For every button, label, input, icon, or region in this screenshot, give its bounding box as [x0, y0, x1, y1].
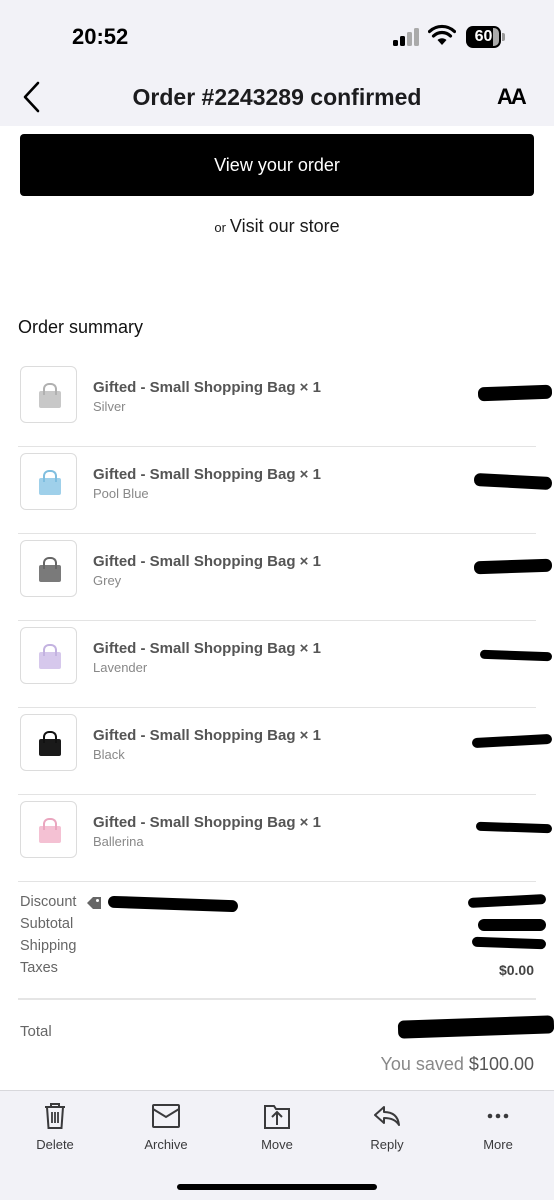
more-label: More: [483, 1137, 513, 1152]
status-time: 20:52: [72, 24, 129, 49]
delete-label: Delete: [36, 1137, 74, 1152]
list-item[interactable]: Gifted - Small Shopping Bag × 1 Lavender: [18, 621, 553, 708]
or-label: or: [214, 220, 226, 235]
item-variant: Lavender: [93, 660, 148, 675]
saved-value: $100.00: [468, 1054, 534, 1074]
item-name: Gifted - Small Shopping Bag × 1: [93, 640, 321, 657]
archive-label: Archive: [144, 1137, 188, 1152]
product-thumbnail: [20, 453, 77, 510]
shipping-label: Shipping: [20, 938, 77, 954]
redacted-price: [479, 649, 553, 662]
item-variant: Pool Blue: [93, 486, 149, 501]
redacted-discount-value: [467, 893, 547, 909]
order-summary-title: Order summary: [18, 317, 144, 337]
item-variant: Silver: [93, 399, 126, 414]
discount-label: Discount: [20, 894, 77, 910]
taxes-value: $0.00: [498, 962, 534, 978]
list-item[interactable]: Gifted - Small Shopping Bag × 1 Grey: [18, 534, 553, 621]
move-label: Move: [261, 1137, 293, 1152]
battery-level: 60: [474, 28, 493, 45]
more-icon: [487, 1113, 509, 1119]
top-bar: 20:52 60 Order #2243289 confirmed AA: [0, 0, 554, 126]
list-item[interactable]: Gifted - Small Shopping Bag × 1 Pool Blu…: [18, 447, 553, 534]
item-name: Gifted - Small Shopping Bag × 1: [93, 466, 321, 483]
bag-image: [39, 818, 61, 843]
redacted-price: [473, 472, 553, 491]
redacted-price: [475, 821, 553, 834]
delete-button[interactable]: Delete: [10, 1101, 100, 1152]
list-item[interactable]: Gifted - Small Shopping Bag × 1 Ballerin…: [18, 795, 553, 882]
product-thumbnail: [20, 627, 77, 684]
subtotal-label: Subtotal: [20, 916, 74, 932]
product-thumbnail: [20, 540, 77, 597]
item-name: Gifted - Small Shopping Bag × 1: [93, 814, 321, 831]
item-variant: Black: [93, 747, 125, 762]
view-order-button[interactable]: View your order: [20, 134, 534, 196]
totals-divider: [18, 998, 536, 1000]
more-button[interactable]: More: [453, 1101, 543, 1152]
tag-icon: [87, 897, 101, 909]
item-name: Gifted - Small Shopping Bag × 1: [93, 727, 321, 744]
archive-icon: [152, 1104, 180, 1128]
bag-image: [39, 470, 61, 495]
product-thumbnail: [20, 801, 77, 858]
visit-store-row: or Visit our store: [0, 216, 554, 237]
archive-button[interactable]: Archive: [121, 1101, 211, 1152]
redacted-price: [473, 558, 553, 575]
redacted-total-value: [397, 1015, 554, 1039]
redacted-price: [477, 384, 553, 402]
text-size-button[interactable]: AA: [497, 84, 527, 110]
item-variant: Grey: [93, 573, 122, 588]
item-name: Gifted - Small Shopping Bag × 1: [93, 553, 321, 570]
bag-image: [39, 644, 61, 669]
product-thumbnail: [20, 366, 77, 423]
battery-icon: 60: [466, 26, 506, 48]
bag-image: [39, 557, 61, 582]
wifi-icon: [428, 24, 456, 45]
list-item[interactable]: Gifted - Small Shopping Bag × 1 Black: [18, 708, 553, 795]
saved-prefix: You saved: [380, 1054, 464, 1074]
move-button[interactable]: Move: [232, 1101, 322, 1152]
visit-store-link[interactable]: Visit our store: [230, 216, 340, 236]
list-item[interactable]: Gifted - Small Shopping Bag × 1 Silver: [18, 360, 553, 447]
cellular-signal-icon: [393, 28, 423, 46]
redacted-price: [471, 733, 553, 749]
move-folder-icon: [264, 1105, 290, 1129]
redacted-shipping-value: [471, 936, 547, 950]
taxes-label: Taxes: [20, 960, 58, 976]
home-indicator[interactable]: [177, 1184, 377, 1190]
item-variant: Ballerina: [93, 834, 144, 849]
redacted-discount-code: [107, 895, 239, 913]
reply-label: Reply: [370, 1137, 404, 1152]
reply-button[interactable]: Reply: [342, 1101, 432, 1152]
reply-icon: [374, 1106, 400, 1126]
trash-icon: [45, 1103, 65, 1129]
redacted-subtotal-value: [478, 919, 546, 931]
saved-amount: You saved $100.00: [380, 1054, 534, 1075]
bag-image: [39, 383, 61, 408]
product-thumbnail: [20, 714, 77, 771]
item-name: Gifted - Small Shopping Bag × 1: [93, 379, 321, 396]
total-label: Total: [20, 1023, 52, 1040]
bag-image: [39, 731, 61, 756]
page-title: Order #2243289 confirmed: [132, 84, 422, 110]
